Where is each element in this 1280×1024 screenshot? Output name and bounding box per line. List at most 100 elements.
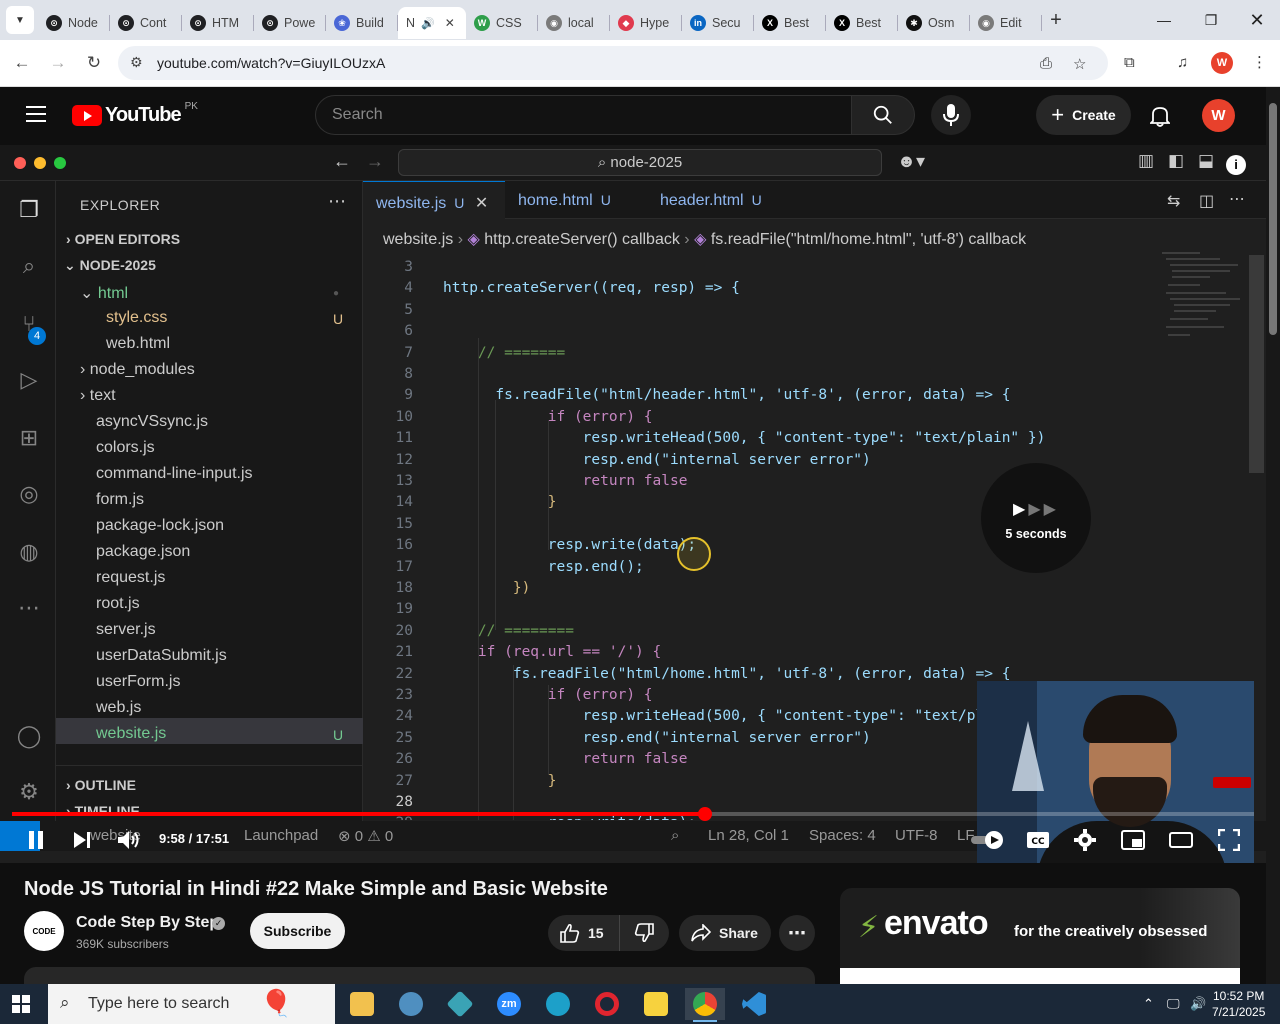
reload-icon[interactable]: ↻ <box>81 50 107 76</box>
breadcrumb-item[interactable]: website.js <box>383 231 453 248</box>
vscode-app[interactable] <box>734 988 774 1020</box>
browser-profile-avatar[interactable]: W <box>1211 52 1233 74</box>
search-input[interactable]: Search <box>315 95 853 135</box>
browser-menu-icon[interactable]: ⋮ <box>1252 53 1267 71</box>
editor-tab[interactable]: website.js U ✕ <box>363 181 505 219</box>
editor-tab[interactable]: home.html U <box>505 181 647 219</box>
taskbar-app-2[interactable] <box>391 988 431 1020</box>
tree-file[interactable]: userForm.js <box>96 673 180 691</box>
opera-app[interactable] <box>587 988 627 1020</box>
fullscreen-button[interactable] <box>1215 826 1243 854</box>
hamburger-menu-icon[interactable] <box>26 106 46 122</box>
video-player[interactable]: ← → ⌕ node-2025 ☻▾ ▥ ◧ ⬓ i ❐ ⌕ ⑂ ▷ ⊞ ◎ ◍… <box>0 145 1266 863</box>
create-button[interactable]: + Create <box>1036 95 1131 135</box>
minimize-button[interactable]: — <box>1141 0 1187 40</box>
channel-avatar[interactable]: CODE <box>24 911 64 951</box>
tree-file[interactable]: style.css <box>106 309 167 327</box>
system-clock[interactable]: 10:52 PM 7/21/2025 <box>1212 988 1265 1020</box>
captions-button[interactable]: CC <box>1024 826 1052 854</box>
youtube-logo[interactable]: YouTube PK <box>72 101 198 127</box>
tree-file[interactable]: root.js <box>96 595 140 613</box>
autoplay-countdown[interactable]: ▶▶▶ 5 seconds <box>981 463 1091 573</box>
tab-audio-icon[interactable]: 🔊 <box>421 17 435 30</box>
windows-start-icon[interactable] <box>12 995 30 1013</box>
close-tab-icon[interactable]: ✕ <box>445 16 455 30</box>
media-controls-icon[interactable]: ♫ <box>1177 54 1188 71</box>
miniplayer-button[interactable] <box>1119 826 1147 854</box>
taskbar-app-3[interactable] <box>440 988 480 1020</box>
zoom-app[interactable]: zm <box>489 988 529 1020</box>
volume-tray-icon[interactable]: 🔊 <box>1190 996 1206 1012</box>
sticky-notes-app[interactable] <box>636 988 676 1020</box>
close-editor-icon[interactable]: ✕ <box>470 195 488 212</box>
close-window-button[interactable]: ✕ <box>1234 0 1280 40</box>
tree-folder[interactable]: › node_modules <box>80 361 195 379</box>
browser-tab[interactable]: ◉ Edit <box>970 7 1042 39</box>
tree-file[interactable]: web.html <box>106 335 170 353</box>
notifications-button[interactable] <box>1146 102 1174 130</box>
install-app-icon[interactable]: ⎙ <box>1040 55 1052 72</box>
taskbar-search[interactable]: ⌕ Type here to search 🎈 <box>48 984 335 1024</box>
browser-tab[interactable]: ◉ local <box>538 7 610 39</box>
tree-file[interactable]: colors.js <box>96 439 155 457</box>
url-text[interactable]: youtube.com/watch?v=GiuyILOUzxA <box>157 55 385 71</box>
file-explorer-app[interactable] <box>342 988 382 1020</box>
browser-tab[interactable]: in Secu <box>682 7 754 39</box>
browser-tab[interactable]: N 🔊 ✕ <box>398 7 466 39</box>
tree-file[interactable]: server.js <box>96 621 156 639</box>
extensions-icon[interactable]: ⧉ <box>1124 54 1135 71</box>
subscribe-button[interactable]: Subscribe <box>250 913 345 949</box>
forward-icon[interactable]: → <box>45 50 71 76</box>
tree-folder[interactable]: ⌄ html <box>80 283 128 303</box>
search-button[interactable] <box>851 95 915 135</box>
volume-button[interactable] <box>114 826 144 854</box>
address-bar[interactable]: ⚙ youtube.com/watch?v=GiuyILOUzxA ⎙ ☆ <box>118 46 1108 80</box>
progress-bar[interactable] <box>12 807 1254 821</box>
tree-file[interactable]: request.js <box>96 569 165 587</box>
share-button[interactable]: Share <box>679 915 771 951</box>
more-actions-button[interactable]: ⋯ <box>779 915 815 951</box>
new-tab-button[interactable]: + <box>1042 9 1070 32</box>
voice-search-button[interactable] <box>931 95 971 135</box>
tree-file[interactable]: command-line-input.js <box>96 465 253 483</box>
breadcrumb-item[interactable]: fs.readFile("html/home.html", 'utf-8') c… <box>711 231 1026 248</box>
browser-tab[interactable]: ⊙ Node <box>38 7 110 39</box>
show-hidden-icons[interactable]: ⌃ <box>1143 996 1154 1012</box>
browser-tab[interactable]: X Best <box>826 7 898 39</box>
browser-tab[interactable]: ⊙ Cont <box>110 7 182 39</box>
theater-mode-button[interactable] <box>1167 826 1195 854</box>
autoplay-toggle[interactable] <box>968 826 1008 854</box>
page-scrollbar[interactable] <box>1266 87 1280 984</box>
browser-tab[interactable]: X Best <box>754 7 826 39</box>
scrubber-handle[interactable] <box>698 807 713 821</box>
site-info-icon[interactable]: ⚙ <box>130 54 143 71</box>
tree-file[interactable]: package.json <box>96 543 190 561</box>
dislike-button[interactable] <box>620 915 668 951</box>
browser-tab[interactable]: W CSS <box>466 7 538 39</box>
network-icon[interactable]: 🖵 <box>1167 996 1180 1012</box>
settings-button[interactable] <box>1071 826 1099 854</box>
tree-file[interactable]: userDataSubmit.js <box>96 647 227 665</box>
like-button[interactable]: 15 <box>548 915 620 951</box>
browser-tab[interactable]: ✱ Osm <box>898 7 970 39</box>
back-icon[interactable]: ← <box>9 50 35 76</box>
tree-folder[interactable]: › text <box>80 387 116 405</box>
channel-name[interactable]: Code Step By Step <box>76 914 219 932</box>
browser-tab[interactable]: ◆ Hype <box>610 7 682 39</box>
bookmark-star-icon[interactable]: ☆ <box>1073 55 1086 73</box>
edge-app[interactable] <box>538 988 578 1020</box>
tree-file[interactable]: form.js <box>96 491 144 509</box>
next-button[interactable] <box>68 826 96 854</box>
tab-search-button[interactable]: ▼ <box>6 6 34 34</box>
tree-file[interactable]: package-lock.json <box>96 517 224 535</box>
browser-tab[interactable]: ⊙ Powe <box>254 7 326 39</box>
tree-file[interactable]: asyncVSsync.js <box>96 413 208 431</box>
browser-tab[interactable]: ⊙ HTM <box>182 7 254 39</box>
pause-button[interactable] <box>22 826 50 854</box>
maximize-button[interactable]: ❐ <box>1188 0 1234 40</box>
chrome-app[interactable] <box>685 988 725 1022</box>
scrollbar-thumb[interactable] <box>1269 103 1277 335</box>
account-avatar[interactable]: W <box>1202 99 1235 132</box>
editor-tab[interactable]: header.html U <box>647 181 789 219</box>
video-info-icon[interactable]: i <box>1226 155 1246 175</box>
